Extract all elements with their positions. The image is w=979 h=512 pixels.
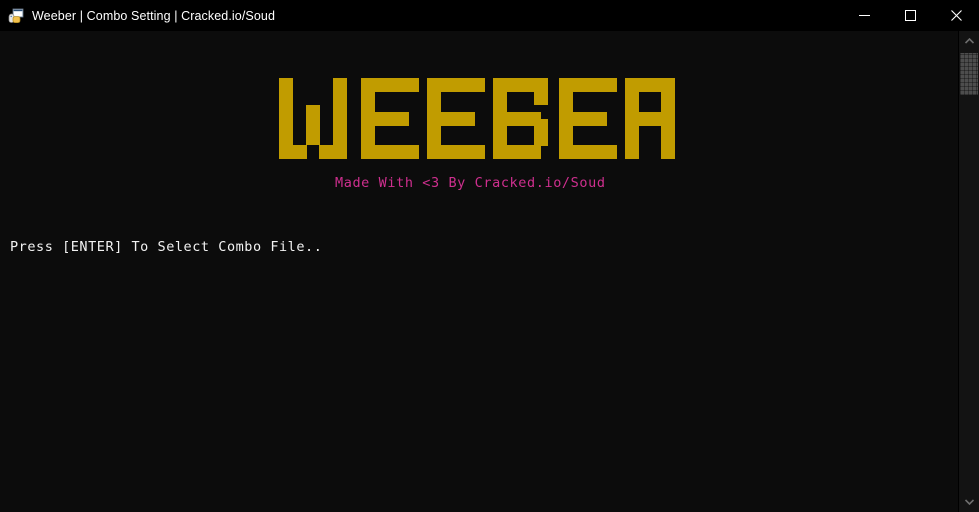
scrollbar-thumb[interactable] xyxy=(960,53,978,95)
vertical-scrollbar[interactable] xyxy=(958,31,979,512)
banner-subtitle: Made With <3 By Cracked.io/Soud xyxy=(335,175,606,191)
weeber-banner-art xyxy=(279,78,675,159)
minimize-icon xyxy=(858,15,870,16)
minimize-button[interactable] xyxy=(841,0,887,31)
console-window: Weeber | Combo Setting | Cracked.io/Soud xyxy=(0,0,979,512)
console-body: Made With <3 By Cracked.io/Soud Press [E… xyxy=(0,31,979,512)
python-window-icon xyxy=(8,8,24,24)
title-bar[interactable]: Weeber | Combo Setting | Cracked.io/Soud xyxy=(0,0,979,31)
maximize-button[interactable] xyxy=(887,0,933,31)
scroll-up-button[interactable] xyxy=(959,31,979,51)
scrollbar-track[interactable] xyxy=(959,51,979,492)
chevron-down-icon xyxy=(964,499,974,505)
maximize-icon xyxy=(904,10,916,21)
close-button[interactable] xyxy=(933,0,979,31)
prompt-message: Press [ENTER] To Select Combo File.. xyxy=(10,239,323,255)
close-icon xyxy=(950,10,962,21)
window-title: Weeber | Combo Setting | Cracked.io/Soud xyxy=(32,8,276,23)
window-controls xyxy=(841,0,979,31)
chevron-up-icon xyxy=(964,38,974,44)
scroll-down-button[interactable] xyxy=(959,492,979,512)
console-output[interactable]: Made With <3 By Cracked.io/Soud Press [E… xyxy=(0,31,958,512)
